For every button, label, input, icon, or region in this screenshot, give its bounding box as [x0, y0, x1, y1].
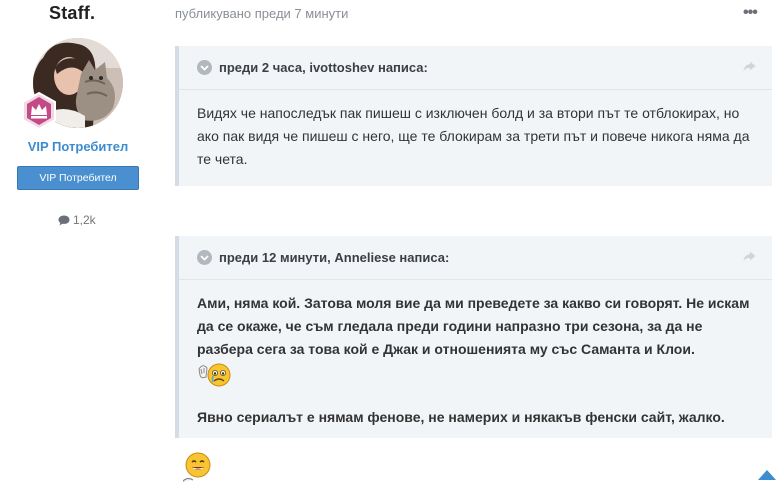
quote-text: Видях че напоследък пак пишеш с изключен…	[197, 102, 758, 171]
quote-block: преди 12 минути, Anneliese написа: Ами, …	[175, 236, 772, 438]
quote-citation[interactable]: преди 2 часа, ivottoshev написа:	[219, 60, 428, 75]
user-group-badge: VIP Потребител	[17, 166, 139, 190]
quote-citation[interactable]: преди 12 минути, Anneliese написа:	[219, 250, 449, 265]
smiling-emoji-icon	[180, 452, 213, 483]
quote-paragraph: Ами, няма кой. Затова моля вие да ми пре…	[197, 292, 758, 394]
quote-text: Ами, няма кой. Затова моля вие да ми пре…	[197, 292, 758, 429]
quote-paragraph-text: Ами, няма кой. Затова моля вие да ми пре…	[197, 295, 750, 357]
author-name[interactable]: Staff.	[49, 3, 95, 24]
crying-emoji-icon	[197, 361, 231, 394]
user-group-name: VIP Потребител	[27, 139, 129, 154]
share-icon[interactable]	[743, 250, 756, 265]
quote-header: преди 2 часа, ivottoshev написа:	[179, 46, 772, 90]
quote-paragraph: Видях че напоследък пак пишеш с изключен…	[197, 105, 750, 167]
post-timestamp[interactable]: публикувано преди 7 минути	[175, 6, 348, 21]
post-count: 1,2k	[58, 213, 96, 227]
chevron-down-icon[interactable]	[197, 60, 212, 75]
scroll-to-top-icon[interactable]	[758, 470, 776, 480]
post-count-value: 1,2k	[73, 213, 96, 227]
avatar[interactable]	[22, 38, 123, 130]
quote-block: преди 2 часа, ivottoshev написа: Видях ч…	[175, 46, 772, 186]
chevron-down-icon[interactable]	[197, 250, 212, 265]
quote-paragraph: Явно сериалът е нямам фенове, не намерих…	[197, 409, 725, 425]
share-icon[interactable]	[743, 60, 756, 75]
post-menu-button[interactable]: •••	[743, 4, 758, 22]
quote-header: преди 12 минути, Anneliese написа:	[179, 236, 772, 280]
speech-bubble-icon	[58, 215, 70, 225]
crown-rank-icon	[22, 92, 56, 130]
